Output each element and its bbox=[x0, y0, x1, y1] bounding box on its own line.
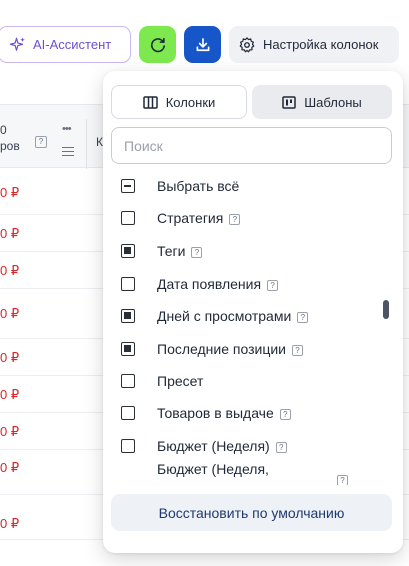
column-list: Выбрать всё Стратегия? Теги? Дата появле… bbox=[103, 172, 403, 485]
tab-columns[interactable]: Колонки bbox=[111, 85, 247, 119]
help-icon[interactable]: ? bbox=[275, 442, 287, 453]
help-icon[interactable]: ? bbox=[229, 214, 241, 225]
toolbar: AI-Ассистент Настройка колонок bbox=[0, 0, 409, 70]
help-icon[interactable]: ? bbox=[292, 345, 304, 356]
price-cell: 0 ₽ bbox=[0, 185, 20, 200]
item-label: Дней с просмотрами? bbox=[157, 308, 309, 324]
checkbox[interactable] bbox=[121, 309, 135, 323]
columns-icon bbox=[142, 95, 158, 109]
price-cell: 0 ₽ bbox=[0, 263, 20, 278]
checkbox[interactable] bbox=[121, 374, 135, 388]
ai-assistant-label: AI-Ассистент bbox=[33, 37, 112, 52]
templates-icon bbox=[282, 95, 296, 109]
help-icon[interactable]: ? bbox=[279, 409, 291, 420]
list-item[interactable]: Бюджет (Неделя)? bbox=[103, 430, 381, 462]
item-label: Выбрать всё bbox=[157, 178, 240, 194]
list-item[interactable]: Выбрать всё bbox=[103, 172, 381, 202]
tab-templates[interactable]: Шаблоны bbox=[252, 85, 392, 119]
price-cell: 0 ₽ bbox=[0, 350, 20, 365]
price-cell: 0 ₽ bbox=[0, 424, 20, 439]
search-input[interactable] bbox=[111, 127, 392, 164]
help-icon[interactable]: ? bbox=[267, 280, 279, 291]
list-item[interactable]: Дней с просмотрами? bbox=[103, 300, 381, 332]
help-icon[interactable]: ? bbox=[35, 136, 47, 148]
menu-icon[interactable] bbox=[62, 147, 74, 156]
price-cell: 0 ₽ bbox=[0, 460, 20, 475]
checkbox[interactable] bbox=[121, 244, 135, 258]
checkbox[interactable] bbox=[121, 342, 135, 356]
price-cell: 0 ₽ bbox=[0, 516, 20, 531]
list-item[interactable]: Дата появления? bbox=[103, 268, 381, 300]
download-icon bbox=[196, 37, 209, 51]
price-cell: 0 ₽ bbox=[0, 387, 20, 402]
checkbox[interactable] bbox=[121, 439, 135, 453]
sparkle-icon bbox=[9, 37, 25, 51]
item-label: Стратегия? bbox=[157, 210, 241, 226]
list-item[interactable]: Последние позиции? bbox=[103, 333, 381, 365]
download-button[interactable] bbox=[184, 26, 221, 63]
price-cell: 0 ₽ bbox=[0, 226, 20, 241]
header-col1-line1: 0 bbox=[0, 123, 7, 137]
list-item[interactable]: Стратегия? bbox=[103, 202, 381, 234]
list-item[interactable]: Бюджет (Неделя, ? bbox=[103, 461, 381, 485]
ai-assistant-button[interactable]: AI-Ассистент bbox=[0, 26, 131, 63]
column-settings-panel: Колонки Шаблоны Выбрать всё Стратегия? Т… bbox=[103, 71, 403, 553]
header-col1-line2: ров bbox=[0, 139, 20, 153]
tab-columns-label: Колонки bbox=[165, 94, 216, 110]
list-item[interactable]: Пресет bbox=[103, 365, 381, 397]
select-all-checkbox[interactable] bbox=[121, 179, 135, 193]
column-settings-label: Настройка колонок bbox=[263, 37, 379, 52]
help-icon[interactable]: ? bbox=[337, 475, 348, 485]
help-icon[interactable]: ? bbox=[191, 247, 203, 258]
item-label: Бюджет (Неделя)? bbox=[157, 438, 287, 454]
more-icon[interactable]: ••• bbox=[62, 123, 72, 135]
header-col2: К bbox=[96, 135, 103, 149]
checkbox[interactable] bbox=[121, 211, 135, 225]
item-label: Последние позиции? bbox=[157, 341, 304, 357]
column-divider bbox=[86, 119, 87, 169]
column-settings-button[interactable]: Настройка колонок bbox=[229, 26, 399, 63]
help-icon[interactable]: ? bbox=[297, 312, 309, 323]
checkbox[interactable] bbox=[121, 406, 135, 420]
list-item[interactable]: Теги? bbox=[103, 235, 381, 267]
checkbox[interactable] bbox=[121, 277, 135, 291]
list-scrollbar[interactable] bbox=[383, 300, 389, 319]
restore-defaults-button[interactable]: Восстановить по умолчанию bbox=[111, 494, 392, 531]
list-item[interactable]: Товаров в выдаче? bbox=[103, 397, 381, 429]
gear-icon bbox=[239, 36, 255, 52]
item-label: Теги? bbox=[157, 243, 203, 259]
item-label: Пресет bbox=[157, 373, 204, 389]
price-cell: 0 ₽ bbox=[0, 306, 20, 321]
item-label: Товаров в выдаче? bbox=[157, 405, 291, 421]
item-label: Дата появления? bbox=[157, 276, 279, 292]
refresh-icon bbox=[150, 37, 165, 52]
item-label: Бюджет (Неделя, bbox=[157, 461, 269, 477]
refresh-button[interactable] bbox=[139, 26, 176, 63]
tab-templates-label: Шаблоны bbox=[304, 94, 362, 110]
